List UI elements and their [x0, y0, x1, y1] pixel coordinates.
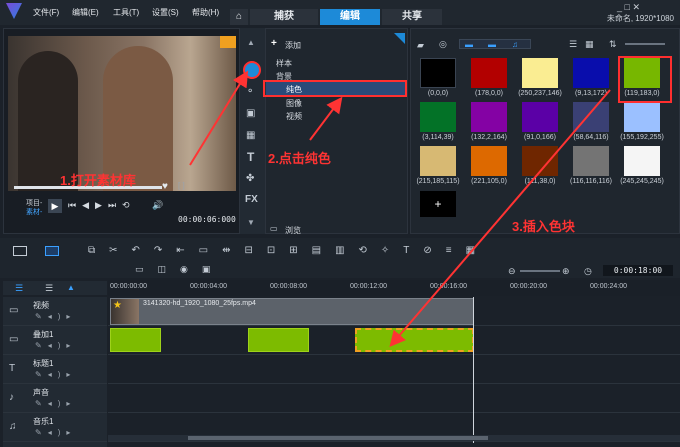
- annotation-box-solid-color: [263, 80, 407, 97]
- annotation-step2: 2.点击纯色: [268, 151, 331, 166]
- annotation-arrow-1: [189, 70, 249, 166]
- annotation-step3: 3.插入色块: [512, 219, 575, 234]
- annotation-step1: 1.打开素材库: [60, 173, 136, 188]
- annotation-arrow-2: [309, 96, 343, 141]
- annotation-arrows: [189, 70, 611, 348]
- annotation-arrow-3: [389, 89, 611, 348]
